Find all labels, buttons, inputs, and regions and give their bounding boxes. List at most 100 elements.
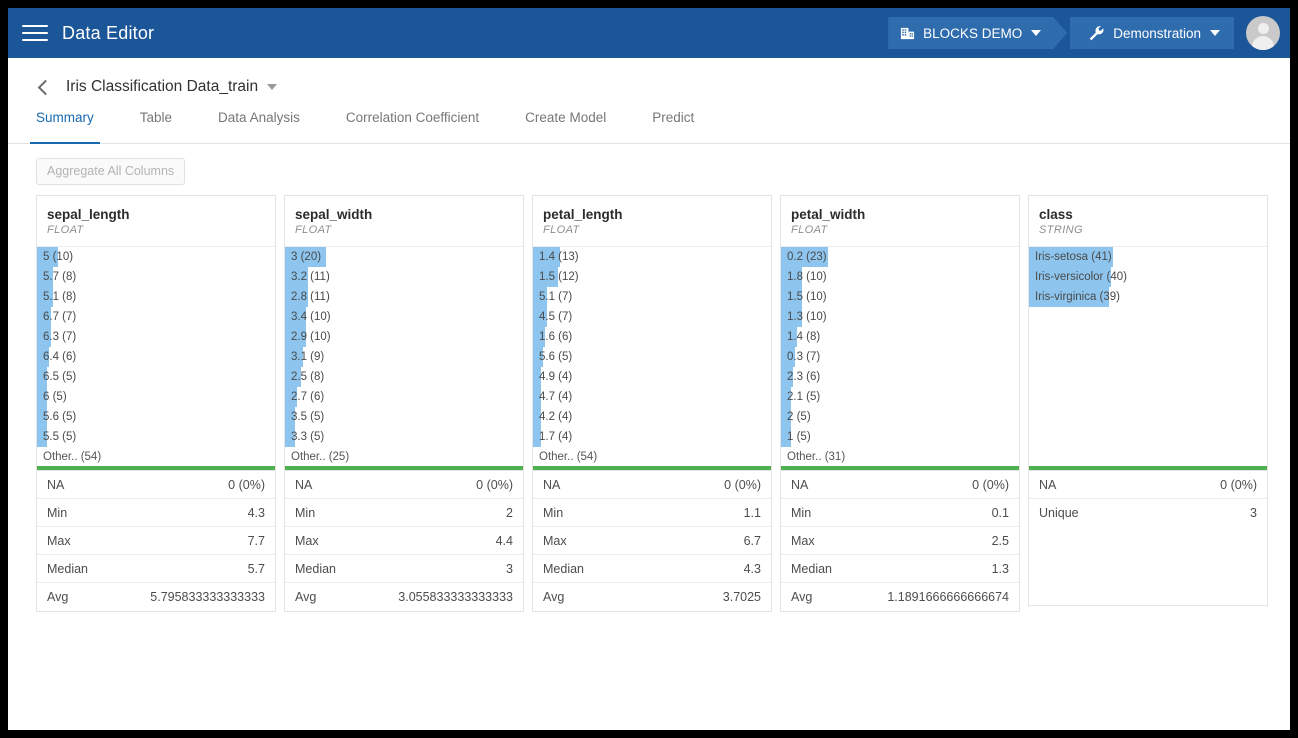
- frequency-row[interactable]: Iris-virginica (39): [1029, 287, 1267, 307]
- frequency-row[interactable]: 6.4 (6): [37, 347, 275, 367]
- frequency-row[interactable]: 2.1 (5): [781, 387, 1019, 407]
- stat-label: Median: [295, 561, 336, 576]
- frequency-row[interactable]: 4.2 (4): [533, 407, 771, 427]
- frequency-label: 5.5 (5): [43, 431, 77, 443]
- column-type: FLOAT: [791, 224, 828, 236]
- stat-label: NA: [543, 477, 561, 492]
- frequency-row[interactable]: 1.5 (10): [781, 287, 1019, 307]
- stat-value: 5.7: [247, 561, 265, 576]
- frequency-row[interactable]: 5.5 (5): [37, 427, 275, 447]
- tab-summary[interactable]: Summary: [30, 110, 100, 144]
- frequency-label: Iris-virginica (39): [1035, 291, 1120, 303]
- stat-label: Median: [47, 561, 88, 576]
- frequency-row[interactable]: 1.8 (10): [781, 267, 1019, 287]
- frequency-other-label: Other.. (54): [43, 451, 102, 463]
- stat-label: Avg: [791, 590, 813, 604]
- frequency-label: 5.6 (5): [539, 351, 573, 363]
- frequency-other-row[interactable]: Other.. (54): [37, 447, 275, 467]
- frequency-row[interactable]: Iris-setosa (41): [1029, 247, 1267, 267]
- page-header: Iris Classification Data_train: [8, 58, 1290, 100]
- stat-label: Min: [47, 505, 68, 520]
- top-bar: Data Editor BLOCKS DEMO Demonstration: [8, 8, 1290, 58]
- chevron-down-icon[interactable]: [267, 84, 278, 90]
- user-avatar[interactable]: [1246, 16, 1280, 50]
- frequency-row[interactable]: 6.5 (5): [37, 367, 275, 387]
- stat-value: 0.1: [991, 505, 1009, 520]
- tab-data-analysis[interactable]: Data Analysis: [218, 110, 300, 143]
- stat-label: NA: [791, 477, 809, 492]
- stat-label: Median: [791, 561, 832, 576]
- frequency-list: 1.4 (13) 1.5 (12) 5.1 (7) 4.5 (7) 1.6 (6) 5.6…: [533, 247, 771, 466]
- frequency-row[interactable]: 5.6 (5): [37, 407, 275, 427]
- column-type: FLOAT: [295, 224, 332, 236]
- frequency-row[interactable]: 6.7 (7): [37, 307, 275, 327]
- frequency-label: 6.5 (5): [43, 371, 77, 383]
- frequency-label: 5 (10): [43, 251, 74, 263]
- stat-value: 3.055833333333333: [398, 590, 513, 604]
- frequency-row[interactable]: 3.1 (9): [285, 347, 523, 367]
- tab-create-model[interactable]: Create Model: [525, 110, 606, 143]
- frequency-row[interactable]: 3.3 (5): [285, 427, 523, 447]
- frequency-row[interactable]: 4.5 (7): [533, 307, 771, 327]
- frequency-row[interactable]: 3.5 (5): [285, 407, 523, 427]
- frequency-row[interactable]: 2.8 (11): [285, 287, 523, 307]
- frequency-other-row[interactable]: Other.. (31): [781, 447, 1019, 467]
- frequency-row[interactable]: 0.3 (7): [781, 347, 1019, 367]
- column-type: FLOAT: [543, 224, 580, 236]
- frequency-row[interactable]: 0.2 (23): [781, 247, 1019, 267]
- column-summary-list: sepal_length FLOAT 5 (10) 5.7 (8) 5.1 (8) 6.7…: [8, 185, 1290, 612]
- workspace-selector[interactable]: Demonstration: [1070, 17, 1234, 49]
- frequency-row[interactable]: 1.4 (13): [533, 247, 771, 267]
- frequency-row[interactable]: 1.6 (6): [533, 327, 771, 347]
- stat-label: Max: [791, 533, 815, 548]
- frequency-label: 0.2 (23): [787, 251, 827, 263]
- frequency-row[interactable]: 5.1 (7): [533, 287, 771, 307]
- frequency-other-row[interactable]: Other.. (25): [285, 447, 523, 467]
- frequency-other-row[interactable]: Other.. (54): [533, 447, 771, 467]
- stat-row: NA 0 (0%): [1029, 471, 1267, 499]
- stat-label: Unique: [1039, 506, 1079, 520]
- frequency-row[interactable]: 1.7 (4): [533, 427, 771, 447]
- frequency-row[interactable]: 3.2 (11): [285, 267, 523, 287]
- frequency-row[interactable]: 1.5 (12): [533, 267, 771, 287]
- stat-row: Min 4.3: [37, 499, 275, 527]
- project-selector[interactable]: BLOCKS DEMO: [888, 17, 1067, 49]
- frequency-row[interactable]: 2.9 (10): [285, 327, 523, 347]
- frequency-row[interactable]: 1 (5): [781, 427, 1019, 447]
- chevron-left-icon[interactable]: [36, 79, 52, 95]
- frequency-row[interactable]: Iris-versicolor (40): [1029, 267, 1267, 287]
- stat-label: Avg: [543, 590, 565, 604]
- frequency-row[interactable]: 5.1 (8): [37, 287, 275, 307]
- frequency-row[interactable]: 5.7 (8): [37, 267, 275, 287]
- tab-correlation-coefficient[interactable]: Correlation Coefficient: [346, 110, 479, 143]
- frequency-row[interactable]: 2.3 (6): [781, 367, 1019, 387]
- frequency-row[interactable]: 4.7 (4): [533, 387, 771, 407]
- frequency-label: 4.5 (7): [539, 311, 573, 323]
- stat-row: NA 0 (0%): [533, 471, 771, 499]
- frequency-row[interactable]: 6 (5): [37, 387, 275, 407]
- frequency-row[interactable]: 5 (10): [37, 247, 275, 267]
- frequency-row[interactable]: 3.4 (10): [285, 307, 523, 327]
- frequency-row[interactable]: 1.3 (10): [781, 307, 1019, 327]
- tab-table[interactable]: Table: [140, 110, 172, 143]
- frequency-row[interactable]: 1.4 (8): [781, 327, 1019, 347]
- frequency-row[interactable]: 5.6 (5): [533, 347, 771, 367]
- stat-label: NA: [1039, 477, 1057, 492]
- stat-label: Min: [791, 505, 812, 520]
- frequency-row[interactable]: 4.9 (4): [533, 367, 771, 387]
- stat-value: 4.3: [247, 505, 265, 520]
- hamburger-menu-icon[interactable]: [22, 20, 48, 46]
- aggregate-all-columns-button[interactable]: Aggregate All Columns: [36, 158, 186, 185]
- frequency-label: 4.7 (4): [539, 391, 573, 403]
- frequency-row[interactable]: 6.3 (7): [37, 327, 275, 347]
- column-header: class STRING: [1029, 196, 1267, 247]
- frequency-row[interactable]: 2 (5): [781, 407, 1019, 427]
- stat-row: Min 0.1: [781, 499, 1019, 527]
- frequency-row[interactable]: 2.7 (6): [285, 387, 523, 407]
- column-name: petal_length: [543, 207, 623, 222]
- stat-label: Max: [295, 533, 319, 548]
- tab-predict[interactable]: Predict: [652, 110, 694, 143]
- frequency-other-label: Other.. (25): [291, 451, 350, 463]
- frequency-row[interactable]: 3 (20): [285, 247, 523, 267]
- frequency-row[interactable]: 2.5 (8): [285, 367, 523, 387]
